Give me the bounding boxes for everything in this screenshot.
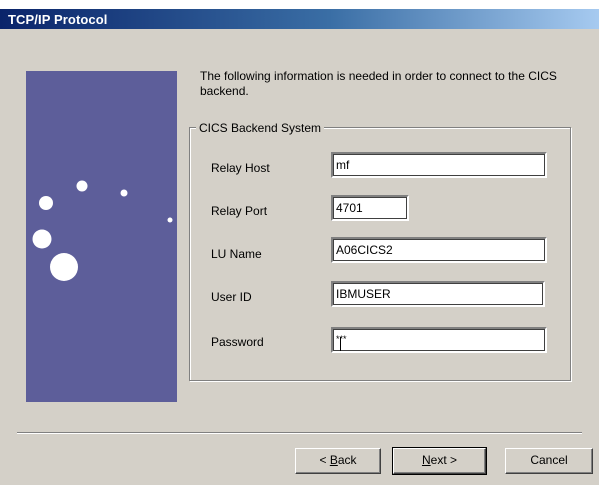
relay-port-label: Relay Port — [211, 204, 268, 218]
relay-host-label: Relay Host — [211, 161, 270, 175]
next-rest: ext > — [430, 453, 458, 467]
relay-host-value: mf — [336, 158, 350, 172]
groupbox-legend: CICS Backend System — [196, 121, 325, 135]
password-input[interactable]: *** — [331, 327, 547, 353]
lu-name-label: LU Name — [211, 247, 262, 261]
relay-port-value: 4701 — [336, 201, 363, 215]
dot — [167, 217, 173, 223]
next-button[interactable]: Next > — [392, 447, 487, 475]
cancel-button[interactable]: Cancel — [505, 448, 593, 474]
window-title: TCP/IP Protocol — [8, 12, 108, 27]
dot — [32, 229, 52, 249]
password-mask: *** — [336, 334, 347, 344]
back-button[interactable]: < Back — [295, 448, 381, 474]
footer-separator — [17, 432, 582, 434]
dot — [50, 253, 78, 281]
intro-text: The following information is needed in o… — [200, 69, 557, 98]
top-strip — [0, 0, 599, 9]
back-rest: ack — [337, 453, 357, 467]
back-mnemonic: B — [329, 453, 338, 467]
user-id-value: IBMUSER — [336, 287, 391, 301]
password-label: Password — [211, 335, 264, 349]
wizard-side-graphic — [26, 71, 177, 402]
next-mnemonic: N — [421, 453, 431, 467]
user-id-label: User ID — [211, 290, 252, 304]
dialog-window: TCP/IP Protocol The following informatio… — [0, 0, 599, 485]
dot — [76, 180, 88, 192]
password-value: *** — [336, 333, 347, 351]
lu-name-value: A06CICS2 — [336, 243, 393, 257]
relay-host-input[interactable]: mf — [331, 152, 547, 178]
user-id-input[interactable]: IBMUSER — [331, 281, 545, 307]
text-caret — [340, 337, 341, 351]
title-bar[interactable]: TCP/IP Protocol — [0, 9, 599, 29]
lu-name-input[interactable]: A06CICS2 — [331, 237, 547, 263]
relay-port-input[interactable]: 4701 — [331, 195, 409, 221]
dots-graphic — [32, 180, 173, 281]
dot — [120, 189, 128, 197]
dot — [39, 196, 53, 210]
back-prefix: < — [319, 453, 330, 467]
